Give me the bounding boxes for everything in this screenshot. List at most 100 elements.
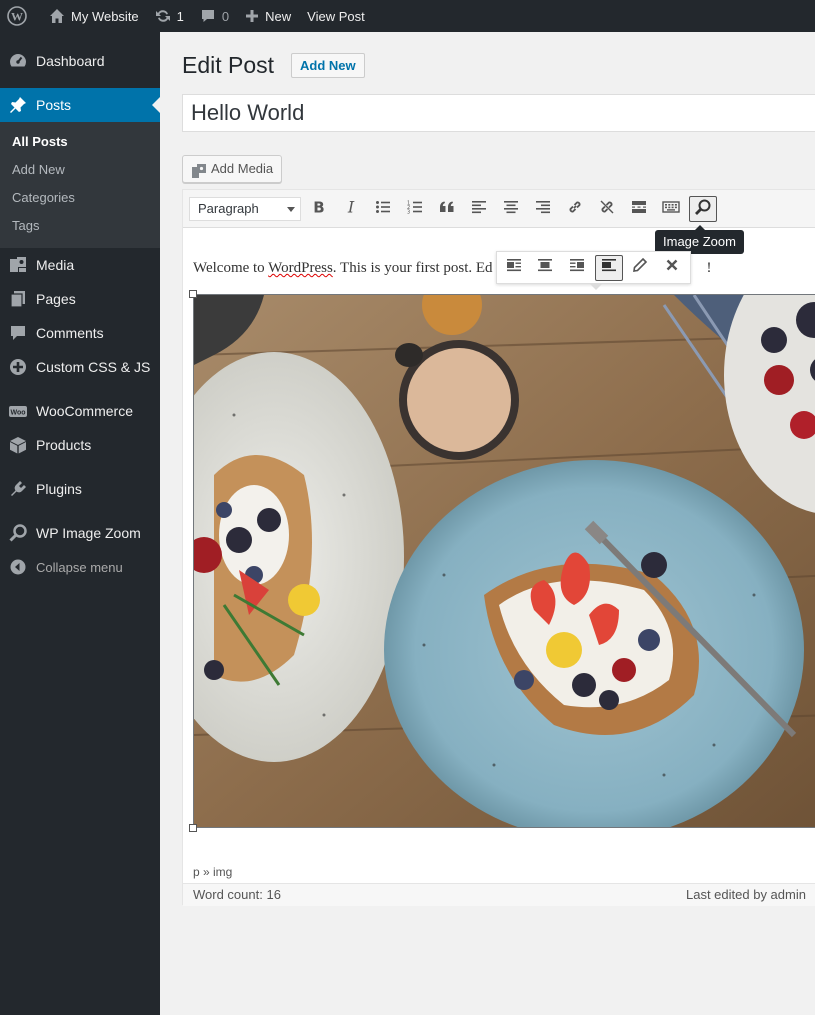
post-status-info: Word count: 16 Last edited by admin [183,883,815,906]
menu-plugins-label: Plugins [36,481,82,497]
svg-text:Woo: Woo [10,410,25,417]
collapse-menu-label: Collapse menu [36,559,123,575]
updates-link[interactable]: 1 [147,0,192,32]
admin-sidebar: Dashboard Posts All Posts Add New Catego… [0,32,160,1015]
bullet-list-icon [375,199,391,220]
image-zoom-button[interactable] [689,196,717,222]
box-icon [8,435,28,455]
post-title-input[interactable]: Hello World [182,94,815,132]
collapse-icon [8,557,28,577]
image-no-align-icon [601,257,617,278]
wordpress-logo-button[interactable]: W [0,0,41,32]
menu-dashboard[interactable]: Dashboard [0,44,160,78]
pin-icon [8,95,28,115]
add-media-button[interactable]: Add Media [182,155,283,183]
view-post-link[interactable]: View Post [299,0,373,32]
pencil-icon [632,257,648,278]
menu-products[interactable]: Products [0,428,160,462]
align-right-button[interactable] [529,196,557,222]
plugin-icon [8,479,28,499]
bold-button[interactable]: B [305,196,333,222]
collapse-menu-button[interactable]: Collapse menu [0,550,160,584]
remove-link-button[interactable] [593,196,621,222]
bullet-list-button[interactable] [369,196,397,222]
image-align-right-button[interactable] [563,255,591,281]
toolbar-toggle-button[interactable] [657,196,685,222]
bold-icon: B [311,198,327,220]
menu-wp-image-zoom-label: WP Image Zoom [36,525,141,541]
resize-handle-top-left[interactable] [189,290,197,298]
menu-custom-css-js-label: Custom CSS & JS [36,359,151,375]
menu-wp-image-zoom[interactable]: WP Image Zoom [0,516,160,550]
media-icon [8,255,28,275]
align-left-button[interactable] [465,196,493,222]
updates-count: 1 [176,8,184,24]
paragraph-text-mid: . This is your first post. Ed [332,260,493,276]
editor-content[interactable]: Welcome to WordPress. This is your first… [183,228,815,864]
comment-bubble-icon [200,8,216,24]
italic-icon: I [343,197,359,220]
zoom-icon [694,198,712,221]
image-remove-button[interactable] [658,255,686,281]
link-icon [567,199,583,220]
menu-posts[interactable]: Posts [0,88,160,122]
site-name-link[interactable]: My Website [41,0,147,32]
svg-text:W: W [11,10,23,24]
plus-icon [245,9,259,23]
submenu-categories[interactable]: Categories [0,184,160,212]
menu-pages-label: Pages [36,291,76,307]
italic-button[interactable]: I [337,196,365,222]
menu-products-label: Products [36,437,92,453]
paragraph-text-start: Welcome to [193,260,269,276]
search-icon [8,523,28,543]
menu-custom-css-js[interactable]: Custom CSS & JS [0,350,160,384]
align-center-icon [503,199,519,220]
home-icon [49,8,65,24]
read-more-icon [631,199,647,220]
menu-plugins[interactable]: Plugins [0,472,160,506]
numbered-list-icon: 123 [407,199,423,220]
image-align-center-button[interactable] [532,255,560,281]
numbered-list-button[interactable]: 123 [401,196,429,222]
blockquote-button[interactable] [433,196,461,222]
refresh-icon [155,8,171,24]
svg-text:I: I [347,199,355,215]
image-edit-button[interactable] [627,255,655,281]
element-path[interactable]: p » img [193,865,232,879]
add-media-label: Add Media [211,161,274,176]
image-no-align-button[interactable] [594,254,623,281]
align-right-icon [535,199,551,220]
dashboard-icon [8,51,28,71]
post-image[interactable] [193,294,815,828]
add-media-icon [191,162,207,188]
food-photo [194,295,815,827]
svg-text:3: 3 [407,209,410,215]
svg-text:B: B [313,199,324,215]
image-align-left-button[interactable] [500,255,528,281]
new-content-link[interactable]: New [237,0,299,32]
menu-comments-label: Comments [36,325,104,341]
menu-dashboard-label: Dashboard [36,53,105,69]
image-inline-toolbar [496,251,691,290]
menu-comments[interactable]: Comments [0,316,160,350]
read-more-button[interactable] [625,196,653,222]
add-new-button[interactable]: Add New [291,53,365,78]
align-center-button[interactable] [497,196,525,222]
menu-woocommerce-label: WooCommerce [36,403,133,419]
main-content: Edit Post Add New Hello World Add Media … [160,32,815,1015]
menu-woocommerce[interactable]: Woo WooCommerce [0,394,160,428]
submenu-all-posts[interactable]: All Posts [0,128,160,156]
menu-pages[interactable]: Pages [0,282,160,316]
insert-link-button[interactable] [561,196,589,222]
word-count: Word count: 16 [193,887,281,902]
menu-media-label: Media [36,257,75,273]
comments-link[interactable]: 0 [192,0,237,32]
menu-media[interactable]: Media [0,248,160,282]
last-edited: Last edited by admin [686,887,806,902]
submenu-add-new[interactable]: Add New [0,156,160,184]
comment-icon [8,323,28,343]
format-select[interactable]: Paragraph [189,197,301,221]
resize-handle-bottom-left[interactable] [189,824,197,832]
image-align-left-icon [506,257,522,278]
submenu-tags[interactable]: Tags [0,212,160,240]
